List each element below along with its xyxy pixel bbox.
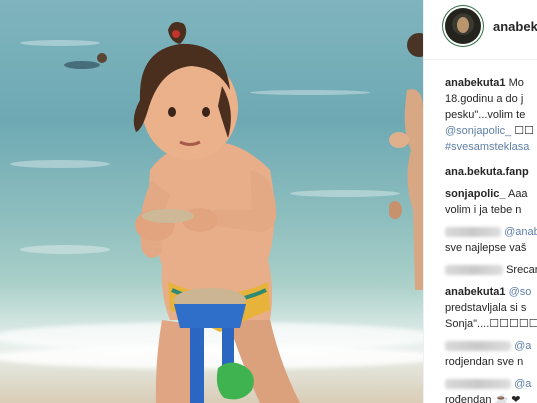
- hashtag-link[interactable]: #svesamsteklasa: [445, 141, 529, 153]
- water-sparkle: [10, 160, 110, 168]
- comment-line: sonjapolic_ Aaa: [445, 187, 528, 201]
- comment-line: rođendan ☕ ❤: [445, 393, 521, 403]
- comment-text: sve najlepse vaš: [445, 242, 527, 254]
- comment-text: Mo: [505, 77, 524, 89]
- author-username[interactable]: anabekuta1: [493, 19, 537, 34]
- comment-line: sve najlepse vaš: [445, 241, 526, 255]
- blurred-username: [445, 265, 503, 276]
- comment-line: @a: [445, 377, 531, 391]
- comment-text: Aaa: [505, 188, 528, 200]
- comment-line: predstavljala si s: [445, 301, 526, 315]
- comment-text: volim i ja tebe n: [445, 204, 522, 216]
- comment-text: 18.godinu a do j: [445, 93, 524, 105]
- comments-panel: anabekuta1 anabekuta1 Mo 18.godinu a do …: [423, 0, 537, 403]
- comment-text: Sonja"....☐☐☐☐☐: [445, 318, 537, 330]
- comment-line: pesku"...volim te: [445, 108, 525, 122]
- distant-swimmer: [64, 53, 107, 69]
- comment-line: volim i ja tebe n: [445, 203, 521, 217]
- avatar-face: [457, 17, 469, 33]
- blurred-username: [445, 379, 511, 390]
- comment-line: @a: [445, 339, 531, 353]
- post-photo[interactable]: [0, 0, 423, 403]
- water-sparkle: [20, 245, 110, 254]
- comment-line: 18.godinu a do j: [445, 92, 523, 106]
- comment-text: rodjendan sve n: [445, 356, 524, 368]
- comment-line: Srecar: [445, 263, 537, 277]
- comment-text: predstavljala si s: [445, 302, 527, 314]
- instagram-post-view: anabekuta1 anabekuta1 Mo 18.godinu a do …: [0, 0, 537, 403]
- mention-link[interactable]: @sonjapolic_: [445, 125, 511, 137]
- comment-text: Srecar: [506, 264, 537, 276]
- mention-link[interactable]: @so: [509, 286, 532, 298]
- mention-link[interactable]: @a: [514, 378, 531, 390]
- comment-line: @sonjapolic_ ☐☐: [445, 124, 534, 138]
- mention-link[interactable]: @a: [514, 340, 531, 352]
- blurred-username: [445, 341, 511, 352]
- comment-line: #svesamsteklasa: [445, 140, 529, 154]
- post-header: anabekuta1: [424, 0, 537, 60]
- comment-username[interactable]: anabekuta1: [445, 77, 506, 89]
- comment-line: anabekuta1 Mo: [445, 76, 524, 90]
- comment-line: ana.bekuta.fanp: [445, 165, 529, 179]
- author-avatar[interactable]: [445, 8, 481, 44]
- comment-text: ☐☐: [511, 125, 534, 137]
- comment-username[interactable]: anabekuta1: [445, 286, 506, 298]
- blurred-username: [445, 227, 501, 238]
- comment-line: Sonja"....☐☐☐☐☐: [445, 317, 537, 331]
- comment-text: pesku"...volim te: [445, 109, 526, 121]
- comment-line: rodjendan sve n: [445, 355, 523, 369]
- child-at-edge: [389, 33, 423, 290]
- comment-text: rođendan ☕ ❤: [445, 394, 521, 403]
- comment-username[interactable]: ana.bekuta.fanp: [445, 166, 529, 178]
- sand-toy: [174, 288, 254, 403]
- water-sparkle: [20, 40, 100, 46]
- mention-link[interactable]: @anab: [504, 226, 537, 238]
- comment-username[interactable]: sonjapolic_: [445, 188, 506, 200]
- comment-line: @anab: [445, 225, 537, 239]
- comment-line: anabekuta1 @so: [445, 285, 531, 299]
